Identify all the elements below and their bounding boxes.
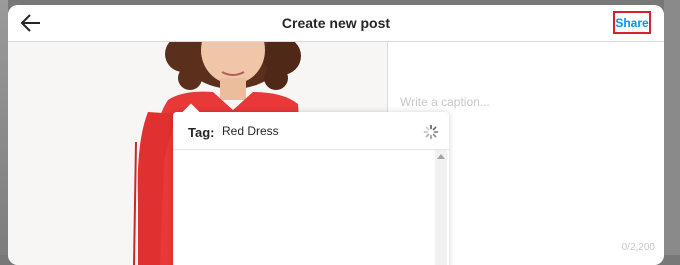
scroll-up-arrow-icon[interactable] [437,154,445,159]
character-count: 0/2,200 [621,242,655,253]
arrow-left-icon [20,14,40,32]
tag-label: Tag: [188,125,215,140]
backdrop-right [664,0,680,255]
spinner-icon [423,124,439,140]
tag-search-input[interactable] [222,124,412,138]
tag-search-row: Tag: [173,112,449,150]
page-title: Create new post [281,15,391,31]
modal-header: Create new post Share [8,5,664,42]
tag-popup: Tag: [173,103,449,265]
backdrop-left [0,0,8,255]
results-scrollbar[interactable] [435,150,447,265]
back-button[interactable] [20,13,42,33]
create-post-modal: Create new post Share Write a caption...… [8,5,664,265]
caption-input[interactable]: Write a caption... [400,95,490,109]
share-button[interactable]: Share [613,11,651,34]
